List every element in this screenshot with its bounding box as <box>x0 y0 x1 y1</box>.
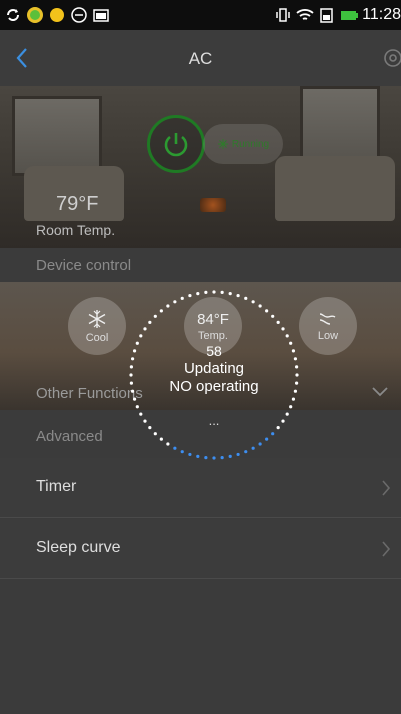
spinner-dot <box>159 437 163 441</box>
room-window-left <box>12 96 102 176</box>
room-temp-label: Room Temp. <box>36 222 116 238</box>
spinner-dot <box>228 291 232 296</box>
device-control-header: Device control <box>0 250 401 282</box>
spinner-dot <box>220 290 224 294</box>
title-bar: AC <box>0 30 401 86</box>
clock: 11:28 <box>362 6 401 23</box>
power-icon <box>164 133 188 157</box>
chevron-right-icon <box>382 541 391 557</box>
face-icon <box>70 6 88 24</box>
wind-icon <box>319 313 336 325</box>
spinner-dot <box>139 334 143 338</box>
spinner-dot <box>212 456 216 460</box>
fan-speed-button[interactable]: Low <box>299 297 357 355</box>
spinner-dot <box>228 454 232 459</box>
loading-count: 58 <box>206 343 222 359</box>
spinner-dot <box>258 442 262 446</box>
mode-button[interactable]: Cool <box>68 297 126 355</box>
spinner-dot <box>281 327 285 331</box>
room-fireplace <box>200 198 226 212</box>
spinner-dot <box>204 456 208 460</box>
room-temp-value: 79°F <box>56 193 99 215</box>
timer-row[interactable]: Timer <box>0 458 401 518</box>
status-bar: 11:28 <box>0 0 401 30</box>
status-icons-right: 11:28 <box>274 6 401 24</box>
wifi-icon <box>296 6 314 24</box>
loading-ellipsis: ... <box>208 413 220 428</box>
empty-area <box>0 580 401 714</box>
spinner-dot <box>166 442 170 446</box>
spinner-dot <box>220 456 224 460</box>
spinner-dot <box>265 437 269 441</box>
spinner-dot <box>291 397 296 401</box>
spinner-dot <box>244 296 248 300</box>
loading-status: Updating NO operating <box>128 360 300 396</box>
battery-icon <box>340 6 359 24</box>
spinner-dot <box>244 450 248 454</box>
chevron-down-icon <box>372 387 388 397</box>
spinner-dot <box>166 304 170 308</box>
gear-icon <box>384 49 401 67</box>
spinner-dot <box>153 432 157 436</box>
sleep-curve-row[interactable]: Sleep curve <box>0 519 401 579</box>
spinner-dot <box>173 446 177 450</box>
spinner-dot <box>196 454 200 459</box>
spinner-dot <box>153 314 157 318</box>
snowflake-small-icon <box>217 139 228 149</box>
spinner-dot <box>289 405 293 409</box>
spinner-dot <box>180 450 184 454</box>
spinner-dot <box>251 300 255 304</box>
image-icon <box>92 6 110 24</box>
sleep-curve-label: Sleep curve <box>36 539 121 556</box>
spinner-dot <box>276 320 280 324</box>
mode-label: Cool <box>85 332 109 344</box>
spinner-dot <box>236 452 240 457</box>
status-icons-left <box>4 6 110 24</box>
spinner-dot <box>148 320 152 324</box>
sync-icon <box>4 6 22 24</box>
vibrate-icon <box>274 6 292 24</box>
spinner-dot <box>271 314 275 318</box>
chevron-right-icon <box>382 480 391 496</box>
spinner-dot <box>285 334 289 338</box>
spinner-dot <box>132 397 137 401</box>
spinner-dot <box>196 291 200 296</box>
loading-status-line2: NO operating <box>169 378 259 395</box>
spinner-dot <box>265 309 269 313</box>
loading-status-line1: Updating <box>183 360 245 377</box>
spinner-dot <box>236 293 240 298</box>
spinner-dot <box>159 309 163 313</box>
sim-icon <box>318 6 336 24</box>
fan-speed-label: Low <box>317 330 339 342</box>
spinner-dot <box>271 432 275 436</box>
spinner-dot <box>143 327 147 331</box>
running-status-text: Running <box>231 138 270 150</box>
timer-label: Timer <box>36 478 77 495</box>
spinner-dot <box>180 296 184 300</box>
page-title: AC <box>188 49 213 68</box>
other-functions-label[interactable]: Other Functions <box>36 385 143 402</box>
spinner-dot <box>212 290 216 294</box>
spinner-dot <box>258 304 262 308</box>
yellow-dot-icon <box>48 6 66 24</box>
other-functions-toggle[interactable] <box>369 382 391 402</box>
spinner-dot <box>188 452 192 457</box>
spinner-dot <box>251 446 255 450</box>
spinner-dot <box>135 405 139 409</box>
settings-button[interactable] <box>379 46 401 70</box>
spinner-dot <box>204 290 208 294</box>
power-button[interactable] <box>147 115 205 173</box>
snowflake-icon <box>88 310 106 328</box>
room-sofa-right <box>275 156 395 221</box>
app-badge-icon <box>26 6 44 24</box>
running-status-badge: Running <box>203 124 283 164</box>
spinner-dot <box>173 300 177 304</box>
spinner-dot <box>188 293 192 298</box>
